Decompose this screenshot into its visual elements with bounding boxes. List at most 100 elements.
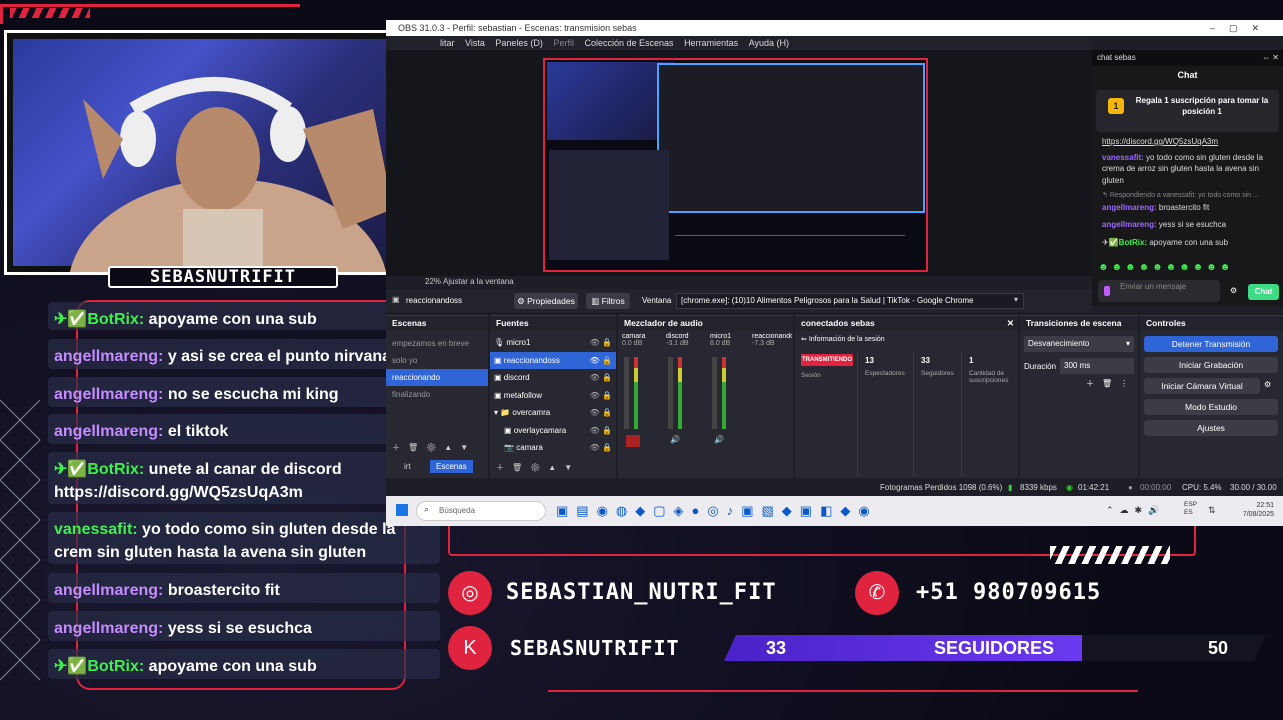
bits-icon[interactable] xyxy=(1104,286,1110,296)
duration-label: Duración xyxy=(1024,362,1057,371)
source-item[interactable]: ▣ discord 👁 🔒 xyxy=(494,369,612,387)
properties-button[interactable]: ⚙ Propiedades xyxy=(514,293,578,309)
menu-item-perfil[interactable]: Perfil xyxy=(553,38,574,48)
tab-irt[interactable]: irt xyxy=(404,462,411,471)
eye-lock-icon[interactable]: 👁 🔒 xyxy=(590,404,612,422)
bot-icon: ✈✅ xyxy=(54,658,88,675)
menu-item-vista[interactable]: Vista xyxy=(465,38,485,48)
chat-username: angellmareng: xyxy=(54,582,164,599)
send-chat-button[interactable]: Chat xyxy=(1248,284,1279,300)
language-indicator[interactable]: ESP ES xyxy=(1184,501,1202,517)
source-actions-icon[interactable]: ＋🗑⚙▲▼ xyxy=(496,462,580,473)
window-controls-icon[interactable]: –▢✕ xyxy=(1210,20,1273,36)
menu-item-editar[interactable]: litar xyxy=(440,38,455,48)
chevron-down-icon[interactable]: ▾ xyxy=(1014,295,1018,304)
chat-username[interactable]: angellmareng: xyxy=(1102,203,1157,212)
obs-preview-canvas[interactable] xyxy=(543,58,928,272)
source-item[interactable]: ▣ overlaycamara 👁 🔒 xyxy=(494,422,612,440)
eye-lock-icon[interactable]: 👁 🔒 xyxy=(590,334,612,352)
transition-actions-icon[interactable]: ＋🗑⋮ xyxy=(1086,378,1136,389)
chat-username: angellmareng: xyxy=(54,423,164,440)
window-select[interactable]: [chrome.exe]: (10)10 Alimentos Peligroso… xyxy=(676,293,1024,309)
preview-screen-capture[interactable] xyxy=(657,63,925,213)
source-item-selected[interactable]: ▣ reaccionandoss 👁 🔒 xyxy=(490,351,616,370)
chat-username: angellmareng: xyxy=(54,620,164,637)
scene-item[interactable]: finalizando xyxy=(392,386,482,403)
duration-input[interactable]: 300 ms xyxy=(1060,358,1134,374)
pinned-gift-banner[interactable]: 1 Regala 1 suscripción para tomar la pos… xyxy=(1096,90,1279,132)
channel-db: 8.0 dB xyxy=(710,340,731,347)
eye-lock-icon[interactable]: 👁 🔒 xyxy=(590,352,612,370)
tab-escenas[interactable]: Escenas xyxy=(430,460,473,473)
record-time: 00:00:00 xyxy=(1140,483,1172,492)
search-icon: ⌕ xyxy=(424,504,430,514)
scene-actions-icon[interactable]: ＋🗑⚙▲▼ xyxy=(392,442,476,453)
eye-lock-icon[interactable]: 👁 🔒 xyxy=(590,369,612,387)
discord-link[interactable]: https://discord.gg/WQ5zsUqA3m xyxy=(1102,136,1280,148)
chat-overlay-message: angellmareng: no se escucha mi king xyxy=(48,377,440,407)
menu-item-herramientas[interactable]: Herramientas xyxy=(684,38,738,48)
volume-slider[interactable] xyxy=(712,357,717,429)
reply-icon: ↰ xyxy=(1102,192,1110,199)
chat-message-input[interactable]: Enviar un mensaje xyxy=(1098,280,1220,302)
eye-lock-icon[interactable]: 👁 🔒 xyxy=(590,387,612,405)
gear-icon[interactable]: ⚙ xyxy=(1264,380,1271,389)
clock-time: 22:51 xyxy=(1256,502,1274,509)
stop-streaming-button[interactable]: Detener Transmisión xyxy=(1144,336,1278,352)
volume-slider[interactable] xyxy=(668,357,673,429)
eye-lock-icon[interactable]: 👁 🔒 xyxy=(590,422,612,440)
wifi-icon[interactable]: ⇅ xyxy=(1208,505,1216,516)
adjust-window-label[interactable]: Ajustar a la ventana xyxy=(443,277,514,286)
source-item[interactable]: 🎙 micro1 👁 🔒 xyxy=(494,334,612,352)
chat-username[interactable]: vanessafit: xyxy=(1102,153,1144,162)
emote-row-icon[interactable]: ☻☻☻☻☻☻☻☻☻☻ xyxy=(1098,262,1278,276)
scene-item-selected[interactable]: reaccionando xyxy=(386,369,488,386)
tray-icons[interactable]: ⌃☁✱🔊 xyxy=(1106,505,1165,516)
zoom-level: 22% xyxy=(425,277,442,286)
chat-username[interactable]: angellmareng: xyxy=(1102,220,1157,229)
session-info-row: ⇐ Información de la sesión xyxy=(801,336,885,343)
menu-item-paneles[interactable]: Paneles (D) xyxy=(495,38,543,48)
transition-select[interactable]: Desvanecimiento ▾ xyxy=(1024,336,1134,352)
scene-item[interactable]: empezamos en breve xyxy=(392,335,482,352)
source-label: reaccionandoss xyxy=(503,355,560,365)
settings-button[interactable]: Ajustes xyxy=(1144,420,1278,436)
chat-username[interactable]: BotRix: xyxy=(1119,238,1147,247)
speaker-icon[interactable]: 🔊 xyxy=(714,435,724,444)
filters-button[interactable]: ▥ Filtros xyxy=(586,293,630,309)
mixer-channel: discord -3.1 dB 🔊 xyxy=(666,333,706,444)
source-label: discord xyxy=(503,373,530,382)
source-item[interactable]: 📷 camara 👁 🔒 xyxy=(494,439,612,457)
scene-item[interactable]: solo yo xyxy=(392,352,482,369)
source-item[interactable]: ▾ 📁 overcamra 👁 🔒 xyxy=(494,404,612,422)
gear-icon[interactable]: ⚙ xyxy=(1230,286,1237,295)
bot-icon: ✈✅ xyxy=(1102,237,1119,247)
chevron-down-icon: ▾ xyxy=(1125,339,1130,348)
eye-lock-icon[interactable]: 👁 🔒 xyxy=(590,439,612,457)
speaker-icon[interactable]: 🔊 xyxy=(670,435,680,444)
menu-item-escenas[interactable]: Colección de Escenas xyxy=(584,38,673,48)
level-meter xyxy=(722,357,726,429)
preview-chat xyxy=(549,150,669,260)
taskbar-app-icons[interactable]: ▣▤◉◍◆▢◈●◎♪▣▧◆▣◧◆◉ xyxy=(556,503,956,519)
windows-taskbar: Búsqueda ⌕ ▣▤◉◍◆▢◈●◎♪▣▧◆▣◧◆◉ ⌃☁✱🔊 ESP ES… xyxy=(386,496,1283,526)
clock[interactable]: 22:51 7/08/2025 xyxy=(1226,501,1274,519)
preview-webcam xyxy=(547,62,675,140)
stream-icon: ◉ xyxy=(1066,483,1073,492)
mute-icon[interactable] xyxy=(626,435,640,447)
menu-item-ayuda[interactable]: Ayuda (H) xyxy=(749,38,789,48)
start-recording-button[interactable]: Iniciar Grabación xyxy=(1144,357,1278,373)
volume-slider[interactable] xyxy=(624,357,629,429)
windows-start-icon[interactable] xyxy=(396,504,408,516)
top-stripes-decoration xyxy=(10,8,90,18)
channel-name: micro1 xyxy=(710,333,732,340)
taskbar-search-input[interactable]: Búsqueda xyxy=(416,501,546,521)
reply-preview: Respondiendo a vanessafit: yo todo como … xyxy=(1109,192,1259,199)
filter-icon: ▥ xyxy=(591,296,602,306)
source-item[interactable]: ▣ metafollow 👁 🔒 xyxy=(494,387,612,405)
selected-source-name: reaccionandoss xyxy=(406,296,463,305)
close-icon[interactable]: ✕ xyxy=(1007,316,1018,331)
studio-mode-button[interactable]: Modo Estudio xyxy=(1144,399,1278,415)
close-icon[interactable]: ⇔ ✕ xyxy=(1262,50,1283,66)
start-virtual-camera-button[interactable]: Iniciar Cámara Virtual xyxy=(1144,378,1260,394)
